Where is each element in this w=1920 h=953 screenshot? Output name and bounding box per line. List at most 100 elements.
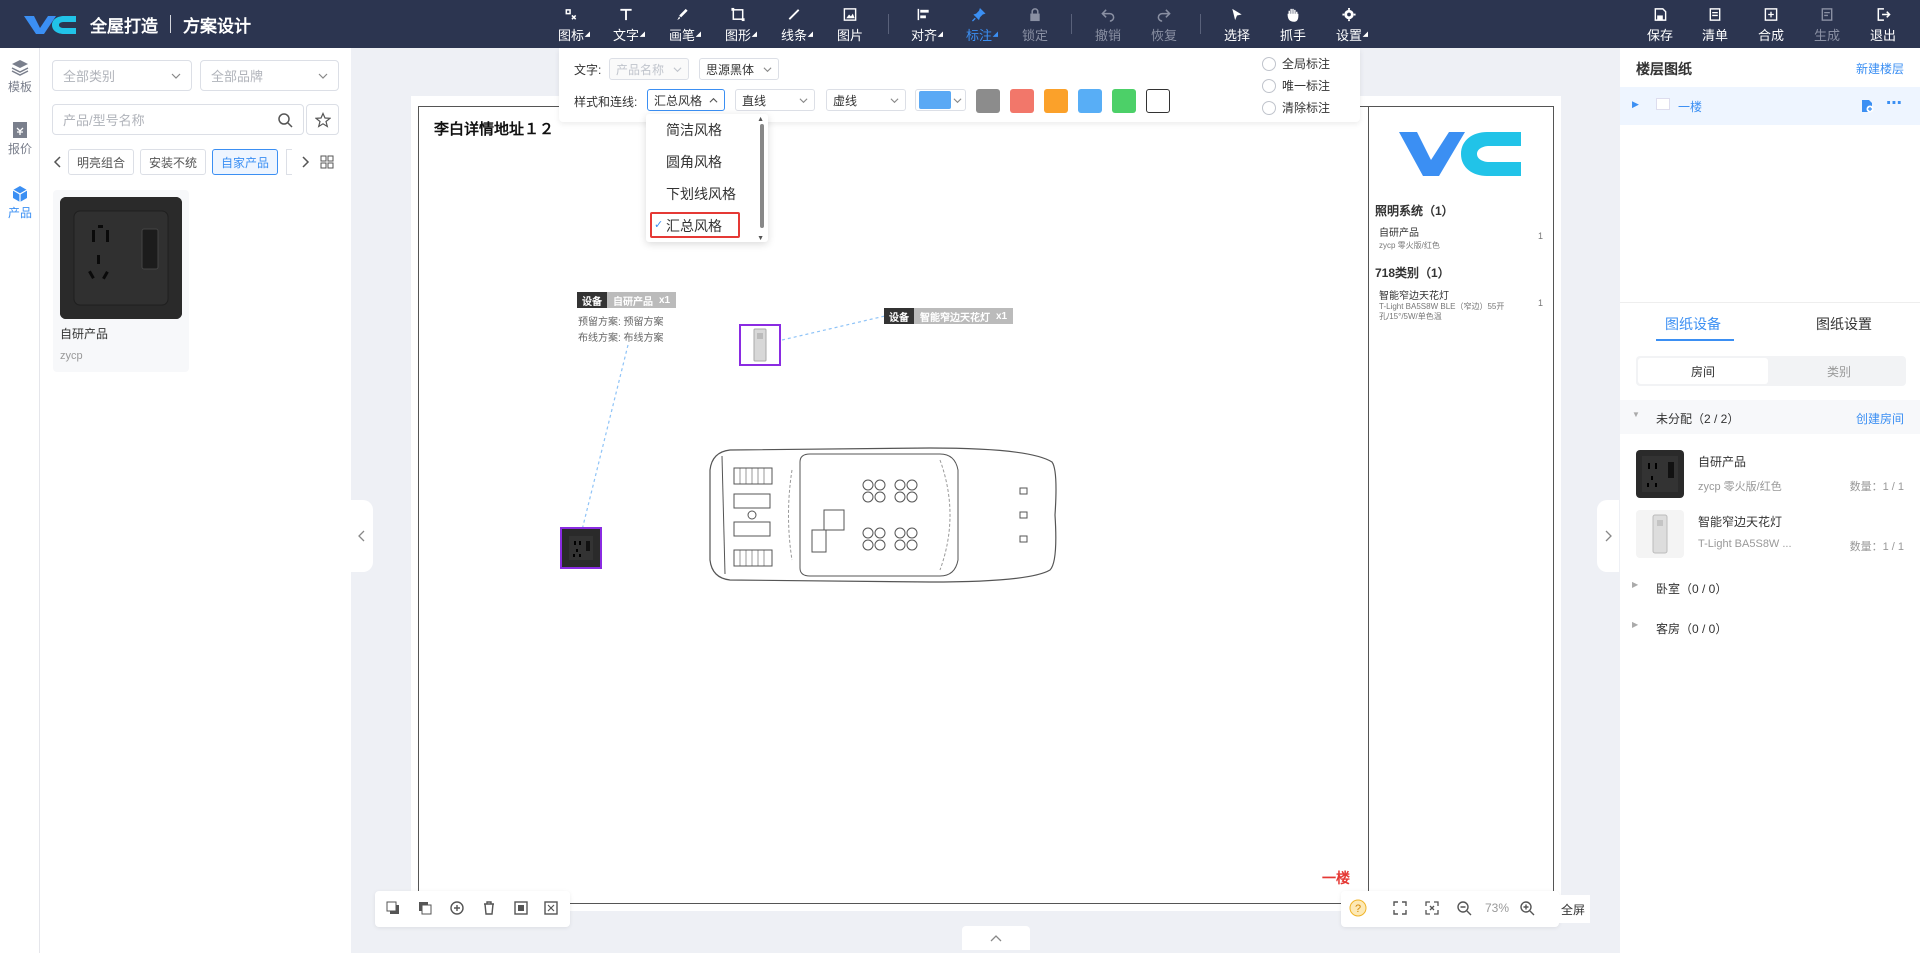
scroll-up-icon[interactable]: ▲ <box>757 116 764 123</box>
tool-lock[interactable]: 锁定 <box>1012 4 1058 44</box>
color-picker[interactable] <box>915 89 966 111</box>
style-option-rounded[interactable]: 圆角风格 <box>666 152 722 172</box>
style-option-simple[interactable]: 简洁风格 <box>666 120 722 140</box>
placed-socket-device[interactable] <box>560 527 602 569</box>
swatch-gray[interactable] <box>976 89 1000 113</box>
font-select[interactable]: 思源黑体 <box>699 58 779 80</box>
shape-icon <box>731 7 745 22</box>
delete-icon[interactable] <box>481 900 497 916</box>
collapse-right-panel-button[interactable] <box>1597 500 1619 572</box>
radio-clear-annotation[interactable]: 清除标注 <box>1262 99 1330 116</box>
tab-sheet-settings[interactable]: 图纸设置 <box>1816 314 1872 334</box>
fit-icon[interactable] <box>543 900 559 916</box>
tool-brush[interactable]: 画笔 ◢ <box>659 4 705 44</box>
expand-icon[interactable] <box>1424 900 1440 916</box>
segment-rooms[interactable]: 房间 <box>1638 358 1768 384</box>
device-row[interactable]: 智能窄边天花灯 T-Light BA5S8W ... 数量：1 / 1 <box>1620 508 1920 564</box>
product-search-input[interactable]: 产品/型号名称 <box>52 104 304 135</box>
caret-right-icon[interactable]: ▶ <box>1632 620 1638 629</box>
swatch-orange[interactable] <box>1044 89 1068 113</box>
tab-sheet-devices[interactable]: 图纸设备 <box>1665 314 1721 334</box>
exit-label: 退出 <box>1869 28 1896 43</box>
radio-unique-annotation[interactable]: 唯一标注 <box>1262 77 1330 94</box>
tool-hand[interactable]: 抓手 <box>1270 4 1316 44</box>
favorite-button[interactable] <box>306 104 339 135</box>
group-icon[interactable] <box>449 900 465 916</box>
star-icon <box>314 111 331 128</box>
tool-text[interactable]: 文字 ◢ <box>603 4 649 44</box>
room-row-bedroom[interactable]: ▶ 卧室（0 / 0） <box>1620 570 1920 604</box>
room-group-header[interactable]: ▼ 未分配（2 / 2） 创建房间 <box>1620 400 1920 434</box>
help-icon[interactable]: ? <box>1349 899 1367 917</box>
search-icon[interactable] <box>277 112 293 128</box>
add-sheet-icon[interactable] <box>1860 99 1874 113</box>
tool-align[interactable]: 对齐 ◢ <box>901 4 947 44</box>
dropdown-scrollbar[interactable] <box>760 124 764 228</box>
zoom-out-icon[interactable] <box>1456 900 1472 916</box>
tool-redo[interactable]: 恢复 <box>1141 4 1187 44</box>
tab-active-indicator <box>1656 339 1734 341</box>
rail-templates[interactable]: 模板 <box>0 58 40 95</box>
chevron-right-icon[interactable] <box>300 155 310 169</box>
tool-annotate[interactable]: 标注 ◢ <box>956 4 1002 44</box>
zoom-in-icon[interactable] <box>1519 900 1535 916</box>
tool-shape[interactable]: 图形 ◢ <box>715 4 761 44</box>
chip-bright-combo[interactable]: 明亮组合 <box>68 149 135 175</box>
compose-icon <box>1764 8 1778 21</box>
swatch-green[interactable] <box>1112 89 1136 113</box>
toolbar-divider <box>888 14 889 34</box>
chevron-left-icon[interactable] <box>53 155 63 169</box>
save-button[interactable]: 保存 <box>1637 4 1683 44</box>
rail-products[interactable]: 产品 <box>0 184 40 221</box>
tag-qty: x1 <box>659 292 677 308</box>
scroll-down-icon[interactable]: ▼ <box>757 235 764 242</box>
expand-bottom-button[interactable] <box>962 926 1030 950</box>
category-select[interactable]: 全部类别 <box>52 60 192 91</box>
line-type-select[interactable]: 直线 <box>735 89 815 111</box>
placed-light-device[interactable] <box>739 324 781 366</box>
tool-line[interactable]: 线条 ◢ <box>771 4 817 44</box>
bring-front-icon[interactable] <box>385 900 401 916</box>
annotation-tag-light[interactable]: 设备 智能窄边天花灯 x1 <box>884 308 1014 324</box>
list-button[interactable]: 清单 <box>1692 4 1738 44</box>
style-option-underline[interactable]: 下划线风格 <box>666 184 736 204</box>
fit-screen-icon[interactable] <box>1392 900 1408 916</box>
fullscreen-button[interactable]: 全屏 <box>1556 895 1590 923</box>
style-option-summary[interactable]: ✓ 汇总风格 <box>650 212 740 238</box>
style-select[interactable]: 汇总风格 <box>647 89 725 111</box>
caret-down-icon[interactable]: ▼ <box>1632 410 1640 419</box>
text-field-select[interactable]: 产品名称 <box>609 58 689 80</box>
segment-categories[interactable]: 类别 <box>1774 358 1904 384</box>
caret-right-icon[interactable]: ▶ <box>1632 99 1639 110</box>
new-floor-link[interactable]: 新建楼层 <box>1856 60 1904 77</box>
grid-icon[interactable] <box>320 155 334 169</box>
swatch-blue[interactable] <box>1078 89 1102 113</box>
annotation-tag-socket[interactable]: 设备 自研产品 x1 <box>577 292 677 308</box>
chip-install[interactable]: 安装不统 <box>140 149 207 175</box>
tool-undo[interactable]: 撤销 <box>1085 4 1131 44</box>
compose-button[interactable]: 合成 <box>1748 4 1794 44</box>
send-back-icon[interactable] <box>417 900 433 916</box>
room-row-guestroom[interactable]: ▶ 客房（0 / 0） <box>1620 610 1920 644</box>
radio-global-annotation[interactable]: 全局标注 <box>1262 55 1330 72</box>
chip-own-products[interactable]: 自家产品 <box>212 149 279 175</box>
more-icon[interactable]: ⋯ <box>1886 93 1902 113</box>
rail-quote[interactable]: 报价 <box>0 120 40 157</box>
flip-icon[interactable] <box>513 900 529 916</box>
create-room-link[interactable]: 创建房间 <box>1856 410 1904 427</box>
caret-right-icon[interactable]: ▶ <box>1632 580 1638 589</box>
generate-button[interactable]: 生成 <box>1804 4 1850 44</box>
collapse-left-panel-button[interactable] <box>351 500 373 572</box>
floor-row[interactable]: ▶ 一楼 ⋯ <box>1620 87 1920 125</box>
dash-type-select[interactable]: 虚线 <box>826 89 906 111</box>
brand-select[interactable]: 全部品牌 <box>200 60 339 91</box>
tool-settings[interactable]: 设置 ◢ <box>1326 4 1372 44</box>
device-row[interactable]: 自研产品 zycp 零火版/红色 数量：1 / 1 <box>1620 448 1920 504</box>
swatch-white[interactable] <box>1146 89 1170 113</box>
product-card[interactable]: 自研产品 zycp <box>53 190 189 372</box>
tool-select[interactable]: 选择 <box>1214 4 1260 44</box>
tool-image[interactable]: 图片 <box>827 4 873 44</box>
swatch-red[interactable] <box>1010 89 1034 113</box>
tool-icon[interactable]: 图标 ◢ <box>548 4 594 44</box>
exit-button[interactable]: 退出 <box>1860 4 1906 44</box>
